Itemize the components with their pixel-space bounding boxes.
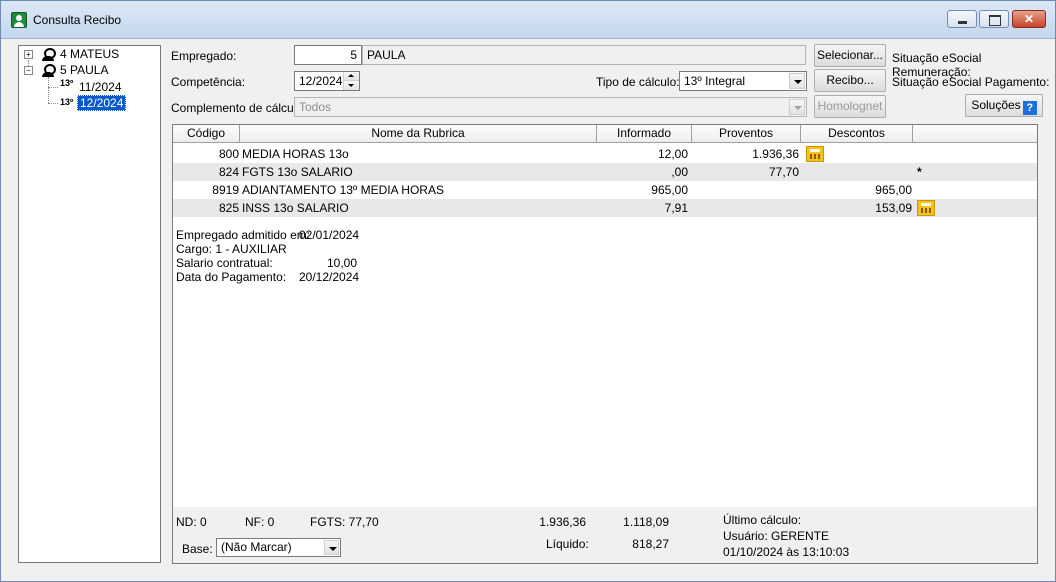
competencia-input[interactable]: 12/2024: [294, 71, 360, 91]
table-row[interactable]: 800 MEDIA HORAS 13o 12,00 1.936,36: [173, 145, 1037, 163]
thirteenth-badge-icon: 13º: [60, 78, 74, 88]
cell-codigo: 8919: [212, 183, 239, 197]
table-row[interactable]: 8919 ADIANTAMENTO 13º MEDIA HORAS 965,00…: [173, 181, 1037, 199]
table-row[interactable]: 825 INSS 13o SALARIO 7,91 153,09: [173, 199, 1037, 217]
salario-value: 10,00: [326, 256, 357, 270]
col-descontos[interactable]: Descontos: [801, 125, 913, 143]
rubricas-grid[interactable]: Código Nome da Rubrica Informado Provent…: [172, 124, 1038, 564]
empregado-name-field: PAULA: [362, 45, 806, 65]
chevron-down-icon: [789, 99, 805, 115]
salario-label: Salario contratual:: [176, 256, 273, 270]
ultimo-calculo-label: Último cálculo:: [723, 513, 802, 527]
cell-descontos: 153,09: [875, 201, 912, 215]
chevron-down-icon[interactable]: [324, 540, 339, 555]
competencia-spinner[interactable]: [343, 72, 359, 90]
collapse-icon[interactable]: −: [24, 66, 33, 75]
cell-informado: ,00: [671, 165, 688, 179]
data-pagamento-value: 20/12/2024: [299, 270, 360, 284]
spin-down-icon[interactable]: [344, 81, 359, 90]
col-proventos[interactable]: Proventos: [692, 125, 801, 143]
complemento-value: Todos: [299, 100, 332, 114]
window-title: Consulta Recibo: [33, 13, 122, 27]
admitido-label: Empregado admitido em:: [176, 228, 311, 242]
base-select[interactable]: (Não Marcar): [216, 538, 341, 557]
base-value: (Não Marcar): [221, 540, 292, 554]
cell-proventos: 77,70: [768, 165, 799, 179]
cargo-text: Cargo: 1 - AUXILIAR: [176, 242, 287, 256]
cell-nome: ADIANTAMENTO 13º MEDIA HORAS: [242, 183, 444, 197]
admitido-value: 02/01/2024: [299, 228, 360, 242]
fgts-total: FGTS: 77,70: [310, 515, 379, 529]
app-icon: [11, 12, 27, 28]
cell-marker: *: [917, 165, 922, 179]
tipo-calculo-value: 13º Integral: [684, 74, 746, 88]
title-bar[interactable]: Consulta Recibo ✕: [1, 1, 1055, 39]
col-nome-rubrica[interactable]: Nome da Rubrica: [240, 125, 597, 143]
minimize-button[interactable]: [947, 10, 977, 28]
employee-icon: [41, 48, 56, 61]
close-icon: ✕: [1023, 12, 1035, 26]
esocial-pagamento-label: Situação eSocial Pagamento:: [892, 75, 1050, 89]
table-row[interactable]: 824 FGTS 13o SALARIO ,00 77,70 *: [173, 163, 1037, 181]
cell-proventos: 1.936,36: [752, 147, 799, 161]
spin-up-icon[interactable]: [344, 72, 359, 81]
employee-icon: [41, 64, 56, 77]
expand-icon[interactable]: +: [24, 50, 33, 59]
liquido-value: 818,27: [632, 537, 669, 551]
cell-nome: INSS 13o SALARIO: [242, 201, 349, 215]
competencia-value: 12/2024: [299, 74, 343, 88]
recibo-button[interactable]: Recibo...: [814, 69, 886, 92]
usuario-text: Usuário: GERENTE: [723, 529, 830, 543]
nd-count: ND: 0: [176, 515, 207, 529]
cell-informado: 12,00: [657, 147, 688, 161]
selecionar-button[interactable]: Selecionar...: [814, 44, 886, 67]
tree-item-12-2024[interactable]: 12/2024: [77, 95, 127, 111]
tree-item-12-2024-wrapper[interactable]: 12/2024: [77, 95, 127, 111]
total-descontos: 1.118,09: [623, 515, 669, 529]
complemento-label: Complemento de cálculo:: [171, 101, 307, 115]
cell-codigo: 825: [218, 201, 239, 215]
base-label: Base:: [182, 542, 213, 556]
tree-line: [48, 77, 49, 103]
cell-nome: MEDIA HORAS 13o: [242, 147, 349, 161]
nf-count: NF: 0: [245, 515, 275, 529]
calculator-icon[interactable]: [806, 146, 824, 162]
data-calculo-text: 01/10/2024 às 13:10:03: [723, 545, 850, 559]
total-proventos: 1.936,36: [539, 515, 586, 529]
tree-line: [48, 103, 58, 104]
help-icon: ?: [1022, 101, 1037, 115]
tree-item-mateus[interactable]: 4 MATEUS: [60, 46, 119, 62]
col-informado[interactable]: Informado: [597, 125, 692, 143]
col-codigo[interactable]: Código: [173, 125, 240, 143]
empregado-label: Empregado:: [171, 49, 237, 63]
tree-line: [48, 87, 58, 88]
data-pagamento-label: Data do Pagamento:: [176, 270, 287, 284]
calculator-icon[interactable]: [917, 200, 935, 216]
tipo-calculo-select[interactable]: 13º Integral: [679, 71, 807, 91]
tipo-calculo-label: Tipo de cálculo:: [596, 75, 680, 89]
grid-header: Código Nome da Rubrica Informado Provent…: [173, 125, 1037, 143]
close-button[interactable]: ✕: [1012, 10, 1046, 28]
maximize-button[interactable]: [979, 10, 1009, 28]
complemento-select: Todos: [294, 97, 807, 117]
cell-nome: FGTS 13o SALARIO: [242, 165, 353, 179]
consulta-recibo-window: Consulta Recibo ✕ + 4 MATEUS − 5 PAULA 1…: [0, 0, 1056, 582]
empregado-code-input[interactable]: 5: [294, 45, 362, 65]
solucoes-button[interactable]: Soluções?: [965, 94, 1043, 117]
cell-codigo: 824: [218, 165, 239, 179]
tree-item-11-2024[interactable]: 11/2024: [79, 79, 122, 95]
cell-codigo: 800: [218, 147, 239, 161]
tree-item-paula[interactable]: 5 PAULA: [60, 62, 108, 78]
grid-footer: ND: 0 NF: 0 FGTS: 77,70 1.936,36 1.118,0…: [173, 507, 1037, 563]
liquido-label: Líquido:: [546, 537, 589, 551]
competencia-label: Competência:: [171, 75, 246, 89]
solucoes-label: Soluções: [971, 98, 1021, 112]
chevron-down-icon[interactable]: [789, 73, 805, 89]
cell-descontos: 965,00: [875, 183, 912, 197]
employee-tree[interactable]: + 4 MATEUS − 5 PAULA 13º 11/2024 13º 12/…: [18, 45, 161, 563]
homolognet-button: Homolognet: [814, 95, 886, 118]
cell-informado: 965,00: [651, 183, 688, 197]
cell-informado: 7,91: [664, 201, 688, 215]
thirteenth-badge-icon: 13º: [60, 97, 74, 107]
